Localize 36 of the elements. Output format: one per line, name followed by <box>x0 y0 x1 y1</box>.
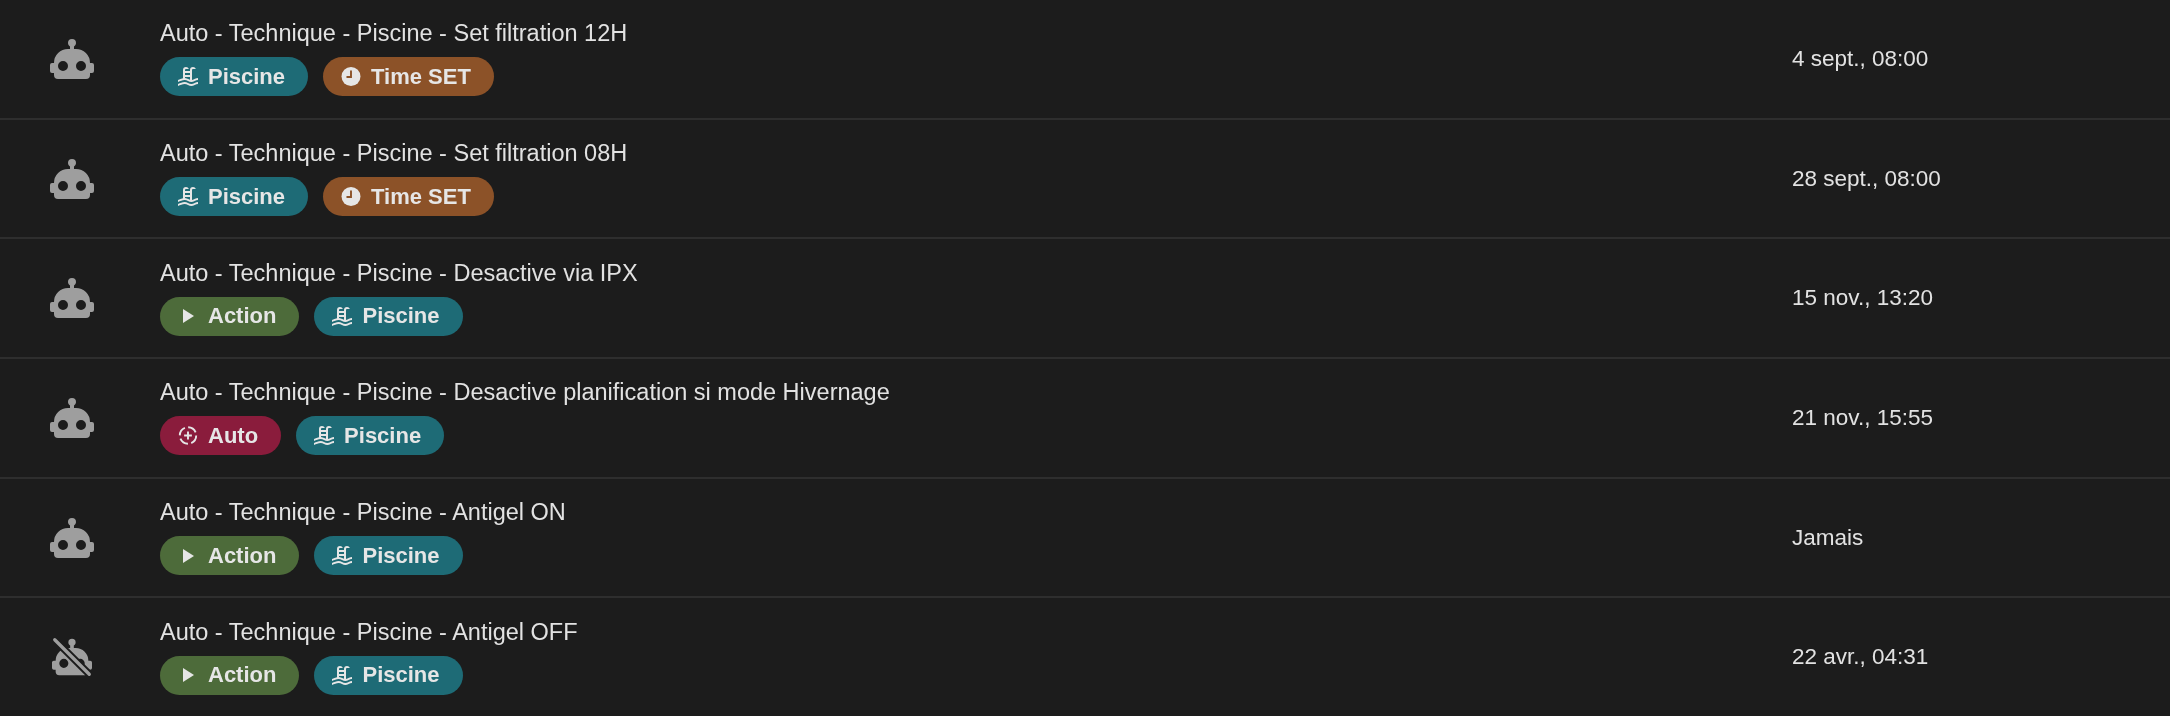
pool-ladder-icon <box>178 187 198 206</box>
automation-title: Auto - Technique - Piscine - Antigel ON <box>160 498 566 526</box>
tag-label: Piscine <box>208 63 286 90</box>
pool-ladder-icon <box>332 546 353 565</box>
plus-circle-icon <box>178 426 198 446</box>
clock-icon <box>341 187 362 206</box>
tag-label: Time SET <box>371 63 471 90</box>
last-triggered-time: 28 sept., 08:00 <box>1792 165 1941 192</box>
automation-title: Auto - Technique - Piscine - Set filtration 12H <box>160 19 628 48</box>
tag-label: Piscine <box>344 422 422 449</box>
tag-label: Piscine <box>362 303 440 330</box>
last-triggered-time: 21 nov., 15:55 <box>1792 404 1933 431</box>
play-icon <box>183 548 194 563</box>
automation-title: Auto - Technique - Piscine - Set filtration 08H <box>160 139 628 167</box>
last-triggered-time: Jamais <box>1792 524 1864 551</box>
pool-ladder-icon <box>178 67 198 87</box>
last-triggered-time: 15 nov., 13:20 <box>1792 285 1933 312</box>
clock-icon <box>341 67 362 87</box>
tag-label: Auto <box>208 422 259 449</box>
tag-label: Time SET <box>371 183 471 210</box>
automation-title: Auto - Technique - Piscine - Antigel OFF <box>160 617 578 646</box>
tag-label: Action <box>208 662 277 689</box>
last-triggered-time: 22 avr., 04:31 <box>1792 644 1929 671</box>
tag-label: Action <box>208 542 277 569</box>
automation-title: Auto - Technique - Piscine - Desactive planification si mode Hivernage <box>160 378 890 407</box>
play-icon <box>183 668 194 683</box>
tag-label: Piscine <box>362 662 440 689</box>
tag-label: Action <box>208 303 277 330</box>
tag-label: Piscine <box>208 183 286 210</box>
tag-label: Piscine <box>362 542 440 569</box>
play-icon <box>183 309 194 324</box>
last-triggered-time: 4 sept., 08:00 <box>1792 45 1929 72</box>
automation-title: Auto - Technique - Piscine - Desactive via IPX <box>160 258 638 287</box>
pool-ladder-icon <box>314 426 335 446</box>
pool-ladder-icon <box>332 306 353 326</box>
pool-ladder-icon <box>332 665 353 685</box>
